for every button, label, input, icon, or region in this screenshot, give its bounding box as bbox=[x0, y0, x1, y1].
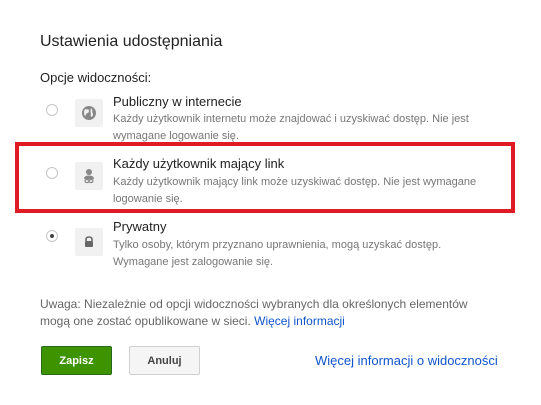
visibility-note: Uwaga: Niezależnie od opcji widoczności … bbox=[40, 296, 510, 330]
option-public-desc-line1: Każdy użytkownik internetu może znajdowa… bbox=[113, 113, 469, 125]
highlight-box bbox=[15, 142, 515, 213]
option-private-title: Prywatny bbox=[113, 219, 167, 234]
option-public[interactable]: Publiczny w internecie Każdy użytkownik … bbox=[40, 94, 510, 142]
globe-icon bbox=[75, 99, 103, 127]
note-line2: mogą one zostać opublikowane w sieci. bbox=[40, 314, 251, 328]
lock-icon bbox=[75, 228, 103, 256]
option-private-desc-line1: Tylko osoby, którym przyznano uprawnieni… bbox=[113, 239, 442, 251]
radio-public[interactable] bbox=[46, 104, 58, 116]
more-info-link[interactable]: Więcej informacji bbox=[254, 314, 345, 328]
save-button[interactable]: Zapisz bbox=[41, 346, 112, 375]
cancel-button[interactable]: Anuluj bbox=[129, 346, 200, 375]
option-private[interactable]: Prywatny Tylko osoby, którym przyznano u… bbox=[40, 219, 510, 269]
radio-private[interactable] bbox=[46, 230, 58, 242]
visibility-info-link[interactable]: Więcej informacji o widoczności bbox=[315, 353, 498, 368]
visibility-options-label: Opcje widoczności: bbox=[40, 70, 152, 85]
note-line1: Uwaga: Niezależnie od opcji widoczności … bbox=[40, 297, 468, 311]
dialog-title: Ustawienia udostępniania bbox=[40, 33, 223, 50]
option-public-title: Publiczny w internecie bbox=[113, 94, 242, 109]
option-private-desc-line2: Wymagane jest zalogowanie się. bbox=[113, 256, 274, 268]
